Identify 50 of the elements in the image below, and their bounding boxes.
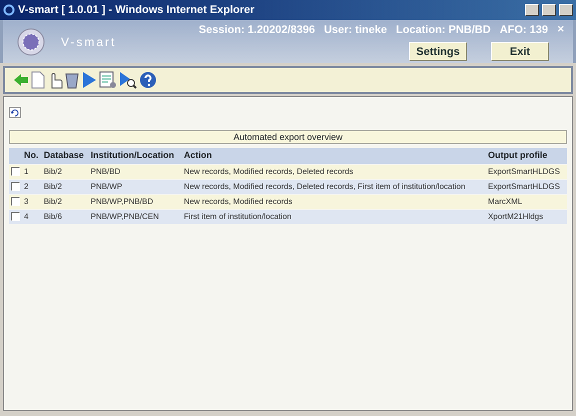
column-header: Output profile — [486, 148, 567, 164]
document-icon[interactable] — [31, 71, 45, 89]
list-settings-icon[interactable] — [99, 71, 117, 89]
table-cell: Bib/2 — [42, 194, 89, 208]
trash-can-icon[interactable] — [65, 71, 79, 89]
play-search-icon[interactable] — [119, 71, 137, 89]
table-cell: 1 — [22, 164, 42, 178]
location-label: Location: PNB/BD — [396, 22, 491, 38]
row-checkbox[interactable] — [11, 166, 20, 176]
exit-button[interactable]: Exit — [491, 42, 549, 62]
table-cell: Bib/2 — [42, 180, 89, 194]
table-cell: PNB/BD — [88, 164, 182, 178]
table-cell: 4 — [22, 210, 42, 224]
table-cell: New records, Modified records — [182, 194, 486, 208]
row-checkbox[interactable] — [11, 182, 20, 191]
maximize-button[interactable] — [542, 4, 556, 16]
window-title: V-smart [ 1.0.01 ] - Windows Internet Explorer — [18, 2, 254, 18]
settings-button[interactable]: Settings — [409, 42, 467, 62]
table-cell: First item of institution/location — [182, 210, 486, 224]
play-icon[interactable] — [81, 71, 97, 89]
close-button[interactable] — [559, 4, 573, 16]
column-header: Action — [182, 148, 486, 164]
column-header: Institution/Location — [88, 148, 182, 164]
table-cell: PNB/WP,PNB/BD — [88, 194, 182, 208]
table-cell: New records, Modified records, Deleted records — [182, 164, 486, 178]
table-cell: Bib/6 — [42, 210, 89, 224]
table-cell: ExportSmartHLDGS — [486, 180, 567, 194]
table-cell: Bib/2 — [42, 164, 89, 178]
table-cell: PNB/WP — [88, 180, 182, 194]
help-icon[interactable] — [139, 71, 157, 89]
table-cell: MarcXML — [486, 194, 567, 208]
minimize-button[interactable] — [525, 4, 539, 16]
table-cell: PNB/WP,PNB/CEN — [88, 210, 182, 224]
session-label: Session: 1.20202/8396 — [198, 22, 315, 38]
app-name: V-smart — [61, 34, 116, 50]
table-cell: ExportSmartHLDGS — [486, 164, 567, 178]
afo-label: AFO: 139 — [500, 22, 548, 38]
column-header: No. — [22, 148, 42, 164]
row-checkbox[interactable] — [11, 196, 20, 206]
logo-icon — [17, 28, 45, 56]
panel-title: Automated export overview — [9, 130, 567, 144]
browser-icon — [3, 4, 15, 16]
table-cell: XportM21Hldgs — [486, 210, 567, 224]
table-cell: 3 — [22, 194, 42, 208]
column-header: Database — [42, 148, 89, 164]
table-cell: 2 — [22, 180, 42, 194]
user-label: User: tineke — [324, 22, 387, 38]
row-checkbox[interactable] — [11, 212, 20, 221]
table-cell: New records, Modified records, Deleted records, First item of institution/location — [182, 180, 486, 194]
undo-icon[interactable] — [9, 107, 21, 118]
